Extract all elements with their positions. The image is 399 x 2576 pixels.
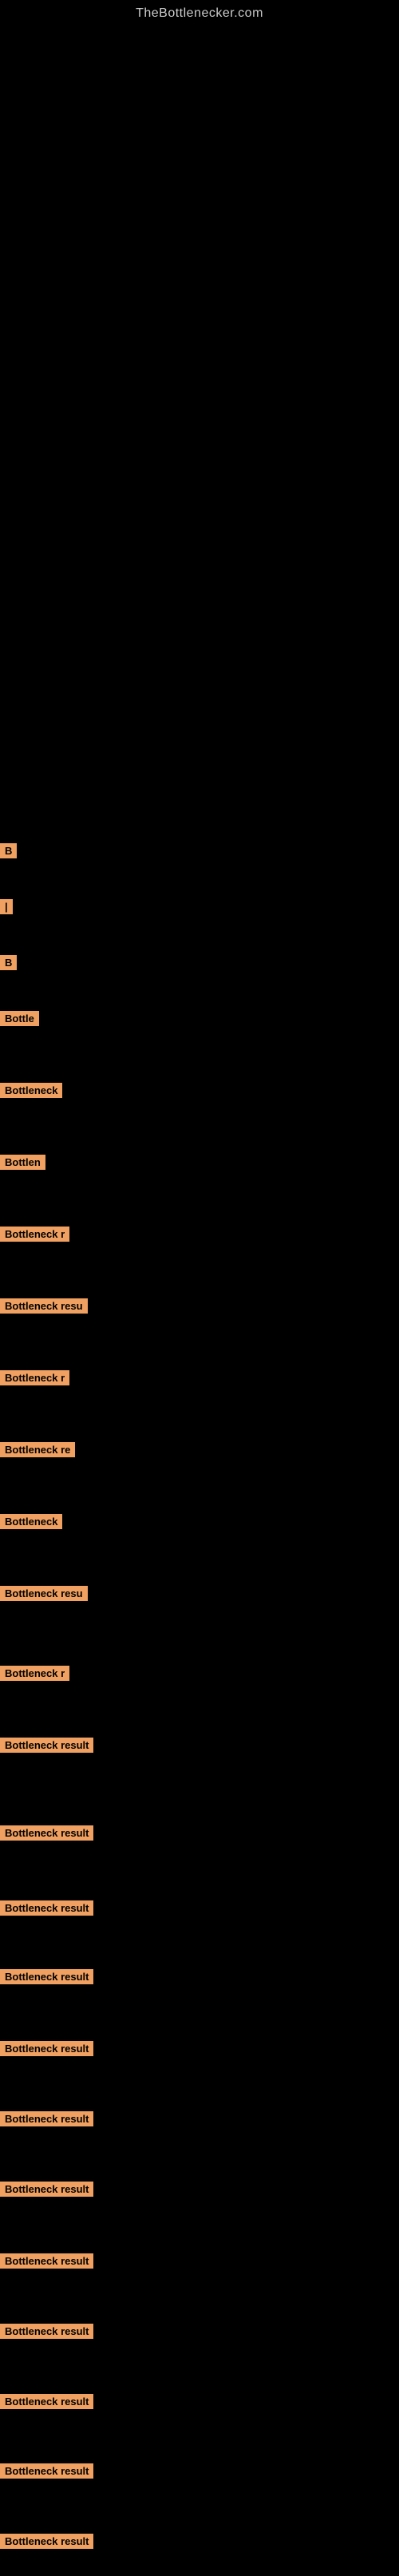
bottleneck-result-label: Bottleneck result [0,2324,93,2339]
bottleneck-result-label: Bottleneck result [0,2182,93,2197]
bottleneck-result-label: Bottlen [0,1155,45,1170]
bottleneck-result-label: B [0,955,17,970]
bottleneck-result-label: Bottleneck [0,1083,62,1098]
bottleneck-result-label: Bottleneck r [0,1227,69,1242]
bottleneck-result-label: Bottleneck r [0,1370,69,1385]
bottleneck-result-label: Bottleneck resu [0,1298,88,1314]
bottleneck-result-label: Bottleneck result [0,2463,93,2479]
bottleneck-result-label: Bottleneck result [0,1825,93,1841]
bottleneck-result-label: Bottleneck result [0,2041,93,2056]
bottleneck-result-label: Bottleneck result [0,1969,93,1984]
bottleneck-result-label: Bottleneck result [0,1900,93,1916]
bottleneck-result-label: Bottleneck result [0,2253,93,2269]
bottleneck-result-label: Bottleneck [0,1514,62,1529]
bottleneck-result-label: Bottleneck result [0,1738,93,1753]
bottleneck-result-label: B [0,843,17,858]
bottleneck-result-label: Bottleneck resu [0,1586,88,1601]
bottleneck-result-label: Bottleneck result [0,2394,93,2409]
bottleneck-result-label: Bottle [0,1011,39,1026]
bottleneck-result-label: Bottleneck re [0,1442,75,1457]
bottleneck-result-label: Bottleneck result [0,2534,93,2549]
bottleneck-result-label: Bottleneck r [0,1666,69,1681]
bottleneck-result-label: Bottleneck result [0,2111,93,2126]
bottleneck-result-label: | [0,899,13,914]
site-title: TheBottlenecker.com [0,0,399,21]
